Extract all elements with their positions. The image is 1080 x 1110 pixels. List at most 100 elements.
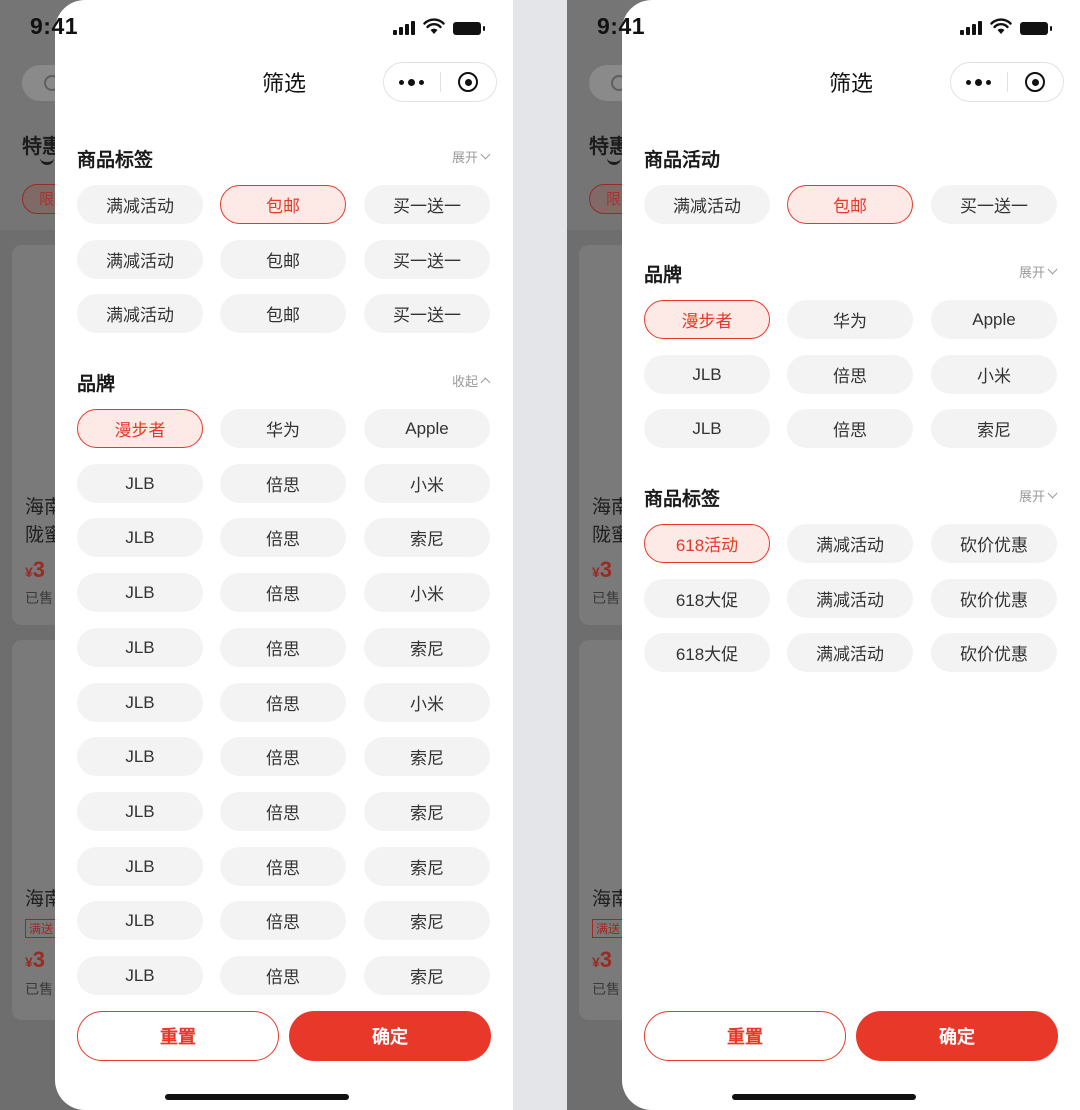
filter-chip[interactable]: 索尼 <box>364 518 490 557</box>
filter-chip[interactable]: 索尼 <box>364 956 490 995</box>
filter-chip[interactable]: 砍价优惠 <box>931 524 1057 563</box>
filter-chip[interactable]: 618大促 <box>644 579 770 618</box>
filter-chip[interactable]: 倍思 <box>220 464 346 503</box>
filter-chip[interactable]: 包邮 <box>220 240 346 279</box>
battery-icon <box>1020 22 1052 35</box>
filter-chip[interactable]: 砍价优惠 <box>931 633 1057 672</box>
filter-chip[interactable]: 小米 <box>364 683 490 722</box>
filter-chip[interactable]: JLB <box>77 737 203 776</box>
filter-chip[interactable]: JLB <box>77 628 203 667</box>
filter-chip[interactable]: JLB <box>77 792 203 831</box>
filter-chip[interactable]: 满减活动 <box>787 524 913 563</box>
filter-chip[interactable]: 小米 <box>364 464 490 503</box>
more-icon[interactable] <box>384 78 440 86</box>
filter-chip[interactable]: 倍思 <box>220 956 346 995</box>
filter-chip-selected[interactable]: 漫步者 <box>77 409 203 448</box>
reset-button[interactable]: 重置 <box>644 1011 846 1061</box>
filter-chip[interactable]: 倍思 <box>220 518 346 557</box>
filter-chip[interactable]: JLB <box>77 518 203 557</box>
background-price: ¥3 <box>592 947 613 972</box>
filter-chip[interactable]: 买一送一 <box>364 185 490 224</box>
section-title-brand: 品牌 <box>77 374 116 395</box>
more-icon[interactable] <box>951 78 1007 86</box>
signal-icon <box>960 19 982 35</box>
background-promo-tag: 满送 <box>592 919 625 938</box>
filter-screen-left: 特惠 限 海南 陇蜜 ¥3 已售 海南 满送 ¥3 已售 9:41 筛选 商品标… <box>0 0 513 1110</box>
wifi-icon <box>423 18 445 34</box>
filter-chip-selected[interactable]: 包邮 <box>787 185 913 224</box>
filter-chip-selected[interactable]: 包邮 <box>220 185 346 224</box>
filter-chip[interactable]: JLB <box>77 573 203 612</box>
filter-chip[interactable]: 索尼 <box>931 409 1057 448</box>
section-toggle-expand[interactable]: 展开 <box>452 147 491 166</box>
filter-chip[interactable]: 华为 <box>787 300 913 339</box>
chevron-down-icon <box>480 149 491 160</box>
filter-chip[interactable]: 买一送一 <box>931 185 1057 224</box>
filter-chip[interactable]: 满减活动 <box>787 633 913 672</box>
filter-chip[interactable]: 倍思 <box>220 628 346 667</box>
chevron-down-icon <box>1047 264 1058 275</box>
reset-button[interactable]: 重置 <box>77 1011 279 1061</box>
battery-icon <box>453 22 485 35</box>
filter-chip[interactable]: JLB <box>77 901 203 940</box>
filter-chip[interactable]: 买一送一 <box>364 294 490 333</box>
filter-chip[interactable]: JLB <box>77 464 203 503</box>
section-title-product-tags: 商品标签 <box>77 150 154 171</box>
filter-chip[interactable]: JLB <box>77 956 203 995</box>
filter-chip[interactable]: Apple <box>364 409 490 448</box>
filter-chip[interactable]: 倍思 <box>220 573 346 612</box>
filter-chip[interactable]: 小米 <box>364 573 490 612</box>
filter-chip[interactable]: 倍思 <box>787 355 913 394</box>
confirm-button[interactable]: 确定 <box>289 1011 491 1061</box>
status-time: 9:41 <box>30 13 79 39</box>
filter-chip[interactable]: 小米 <box>931 355 1057 394</box>
filter-chip[interactable]: 砍价优惠 <box>931 579 1057 618</box>
filter-chip[interactable]: 索尼 <box>364 901 490 940</box>
section-toggle-expand[interactable]: 展开 <box>1019 262 1058 281</box>
filter-chip[interactable]: 618大促 <box>644 633 770 672</box>
filter-chip[interactable]: JLB <box>77 683 203 722</box>
filter-chip[interactable]: 倍思 <box>220 901 346 940</box>
filter-chip[interactable]: 索尼 <box>364 628 490 667</box>
background-price: ¥3 <box>592 557 613 582</box>
filter-chip[interactable]: Apple <box>931 300 1057 339</box>
filter-screen-right: 特惠 限 海南 陇蜜 ¥3 已售 海南 满送 ¥3 已售 9:41 筛选 商品活… <box>567 0 1080 1110</box>
filter-chip[interactable]: JLB <box>77 847 203 886</box>
filter-chip[interactable]: 满减活动 <box>77 240 203 279</box>
filter-chip[interactable]: 倍思 <box>787 409 913 448</box>
background-price: ¥3 <box>25 557 46 582</box>
close-mini-program-icon[interactable] <box>440 72 496 92</box>
filter-chip-selected[interactable]: 618活动 <box>644 524 770 563</box>
section-title-product-activity: 商品活动 <box>644 150 721 171</box>
signal-icon <box>393 19 415 35</box>
filter-chip[interactable]: 索尼 <box>364 792 490 831</box>
filter-chip[interactable]: 满减活动 <box>787 579 913 618</box>
filter-chip[interactable]: 满减活动 <box>644 185 770 224</box>
filter-chip[interactable]: JLB <box>644 409 770 448</box>
home-indicator <box>732 1094 916 1100</box>
close-mini-program-icon[interactable] <box>1007 72 1063 92</box>
filter-chip[interactable]: 包邮 <box>220 294 346 333</box>
background-sold: 已售 <box>25 590 53 606</box>
filter-chip[interactable]: 倍思 <box>220 792 346 831</box>
chevron-down-icon <box>1047 488 1058 499</box>
background-price: ¥3 <box>25 947 46 972</box>
filter-chip[interactable]: 华为 <box>220 409 346 448</box>
filter-sheet: 筛选 商品标签 展开 满减活动 包邮 买一送一 满减活动 包邮 买一送一 满减活… <box>55 0 513 1110</box>
section-toggle-expand[interactable]: 展开 <box>1019 486 1058 505</box>
filter-chip[interactable]: 倍思 <box>220 847 346 886</box>
filter-chip[interactable]: 索尼 <box>364 737 490 776</box>
section-title-product-tags: 商品标签 <box>644 489 721 510</box>
filter-chip[interactable]: 买一送一 <box>364 240 490 279</box>
filter-chip[interactable]: 索尼 <box>364 847 490 886</box>
section-toggle-collapse[interactable]: 收起 <box>452 371 491 390</box>
filter-chip-selected[interactable]: 漫步者 <box>644 300 770 339</box>
filter-chip[interactable]: 倍思 <box>220 737 346 776</box>
section-title-brand: 品牌 <box>644 265 683 286</box>
chevron-up-icon <box>480 377 491 387</box>
filter-chip[interactable]: 满减活动 <box>77 294 203 333</box>
filter-chip[interactable]: 倍思 <box>220 683 346 722</box>
filter-chip[interactable]: 满减活动 <box>77 185 203 224</box>
filter-chip[interactable]: JLB <box>644 355 770 394</box>
confirm-button[interactable]: 确定 <box>856 1011 1058 1061</box>
